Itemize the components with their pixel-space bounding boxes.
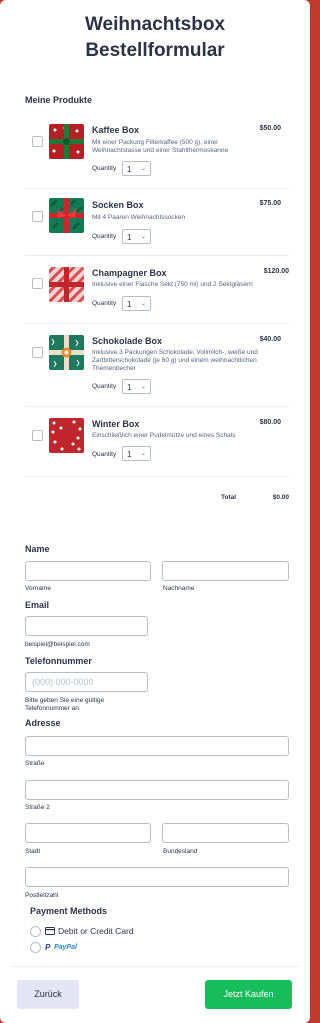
quantity-label: Quantity (92, 233, 117, 240)
product-price: $50.00 (259, 125, 281, 132)
email-sublabel: beispiel@beispiel.com (25, 641, 90, 648)
product-description: Mit einer Packung Filterkaffee (500 g), … (92, 139, 229, 154)
gift-box-icon (49, 267, 84, 302)
submit-button[interactable]: Jetzt Kaufen (205, 980, 292, 1009)
product-checkbox[interactable] (32, 211, 43, 222)
product-checkbox[interactable] (32, 430, 43, 441)
quantity-value: 1 (127, 233, 132, 242)
product-divider (25, 406, 289, 407)
form-card: Weihnachtsbox Bestellformular Meine Prod… (0, 0, 310, 1023)
product-description: Mit 4 Paaren Weihnachtssocken (92, 214, 186, 221)
product-description: Inklusive einer Flasche Sekt (750 ml) un… (92, 281, 253, 288)
quantity-value: 1 (127, 165, 132, 174)
name-label: Name (25, 544, 50, 554)
footer-divider (10, 966, 300, 967)
email-input[interactable] (25, 616, 148, 636)
payment-label: Payment Methods (30, 906, 108, 916)
quantity-select[interactable]: 1 ⌄ (122, 229, 151, 244)
street2-sublabel: Straße 2 (25, 804, 50, 811)
chevron-down-icon: ⌄ (140, 234, 146, 240)
total-label: Total (221, 494, 237, 501)
quantity-label: Quantity (92, 383, 117, 390)
product-name: Socken Box (92, 200, 144, 210)
phone-input[interactable]: (000) 000-0000 (25, 672, 148, 692)
quantity-label: Quantity (92, 300, 117, 307)
product-divider (25, 476, 289, 477)
gift-box-icon (49, 124, 84, 159)
zip-input[interactable] (25, 867, 289, 887)
state-sublabel: Bundesland (163, 848, 198, 855)
back-button[interactable]: Zurück (17, 980, 79, 1009)
last-name-sublabel: Nachname (163, 585, 195, 592)
product-price: $120.00 (263, 268, 289, 275)
product-price: $75.00 (259, 200, 281, 207)
email-label: Email (25, 600, 50, 610)
gift-box-icon (49, 335, 84, 370)
product-divider (25, 188, 289, 189)
chevron-down-icon: ⌄ (140, 301, 146, 307)
product-name: Champagner Box (92, 268, 167, 278)
card-radio[interactable] (30, 926, 41, 937)
last-name-input[interactable] (162, 561, 289, 581)
chevron-down-icon: ⌄ (140, 166, 146, 172)
paypal-label: PayPal (54, 944, 77, 951)
gift-box-icon (49, 198, 84, 233)
street-sublabel: Straße (25, 760, 45, 767)
product-divider (25, 323, 289, 324)
product-checkbox[interactable] (32, 278, 43, 289)
phone-sublabel: Bitte geben Sie eine gültige Telefonnumm… (25, 697, 105, 712)
product-name: Winter Box (92, 419, 140, 429)
quantity-value: 1 (127, 300, 132, 309)
paypal-radio[interactable] (30, 942, 41, 953)
zip-sublabel: Postleitzahl (25, 892, 59, 899)
first-name-input[interactable] (25, 561, 151, 581)
state-input[interactable] (162, 823, 289, 843)
quantity-value: 1 (127, 450, 132, 459)
products-section-label: Meine Produkte (25, 95, 93, 105)
street2-input[interactable] (25, 780, 289, 800)
quantity-select[interactable]: 1 ⌄ (122, 296, 151, 311)
form-title-line-2: Bestellformular (85, 40, 225, 61)
product-name: Schokolade Box (92, 336, 163, 346)
product-name: Kaffee Box (92, 125, 140, 135)
chevron-down-icon: ⌄ (140, 384, 146, 390)
phone-label: Telefonnummer (25, 656, 92, 666)
gift-box-icon (49, 418, 84, 453)
product-checkbox[interactable] (32, 136, 43, 147)
city-input[interactable] (25, 823, 151, 843)
street-input[interactable] (25, 736, 289, 756)
credit-card-icon (45, 927, 55, 935)
quantity-value: 1 (127, 383, 132, 392)
product-price: $80.00 (259, 419, 281, 426)
product-price: $40.00 (259, 336, 281, 343)
address-label: Adresse (25, 718, 61, 728)
product-description: Inklusive 3 Packungen Schokolade: Vollmi… (92, 349, 258, 372)
chevron-down-icon: ⌄ (140, 451, 146, 457)
quantity-label: Quantity (92, 451, 117, 458)
product-divider (25, 255, 289, 256)
card-label: Debit or Credit Card (58, 926, 134, 936)
total-value: $0.00 (272, 494, 289, 501)
product-description: Einschließlich einer Pudelmütze und eine… (92, 432, 236, 439)
paypal-icon: P (45, 943, 51, 952)
form-title: Weihnachtsbox Bestellformular (0, 12, 310, 64)
first-name-sublabel: Vorname (25, 585, 52, 592)
quantity-select[interactable]: 1 ⌄ (122, 161, 151, 176)
form-title-line-1: Weihnachtsbox (84, 14, 226, 35)
quantity-select[interactable]: 1 ⌄ (122, 379, 151, 394)
quantity-label: Quantity (92, 165, 117, 172)
product-checkbox[interactable] (32, 347, 43, 358)
city-sublabel: Stadt (25, 848, 41, 855)
quantity-select[interactable]: 1 ⌄ (122, 446, 151, 461)
